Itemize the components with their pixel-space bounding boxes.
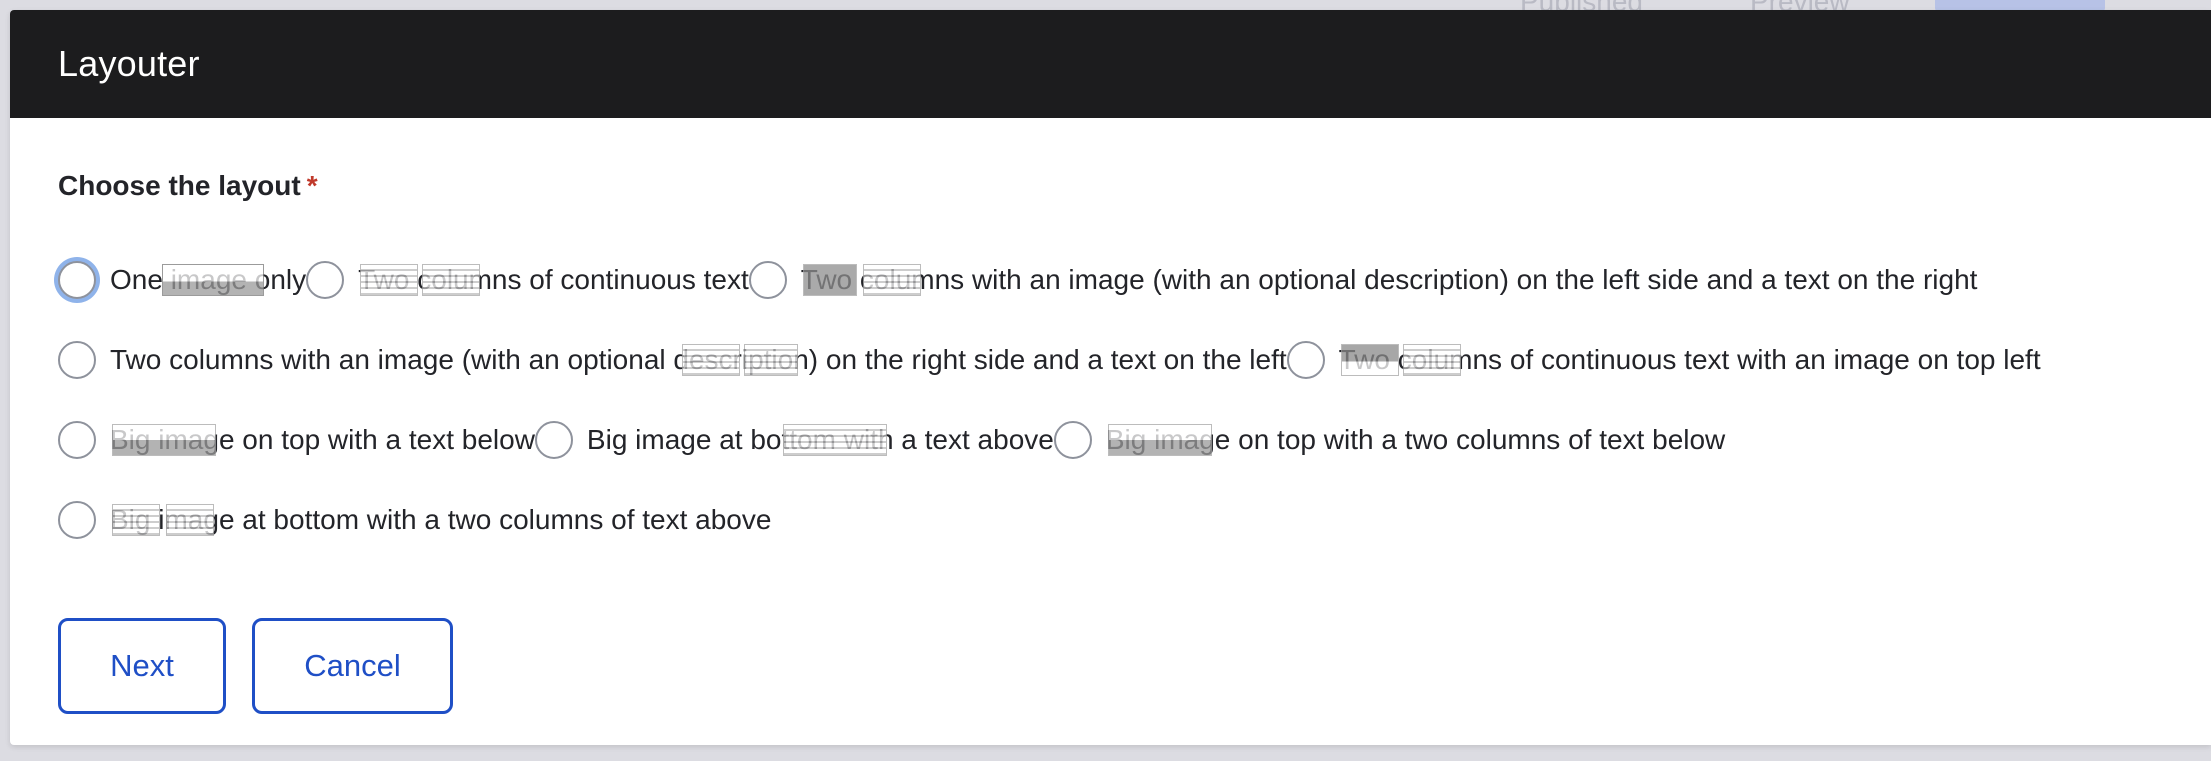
layout-option-label: Two columns with an image (with an optio… <box>110 344 1287 376</box>
radio-big-image-top-two-columns[interactable] <box>1053 421 1092 459</box>
layout-option-label: Two columns of continuous text with an i… <box>1338 344 2041 376</box>
cancel-button[interactable]: Cancel <box>252 618 453 714</box>
layout-option-big-image-top[interactable]: Big image on top with a text below <box>58 400 535 480</box>
radio-image-right[interactable] <box>58 341 96 379</box>
layout-option-label: Two columns with an image (with an optio… <box>800 264 1978 296</box>
dialog-content: Choose the layout * One image only Two c… <box>10 118 2211 560</box>
layout-option-big-image-top-two-columns[interactable]: Big image on top with a two columns of t… <box>1053 400 1726 480</box>
layout-option-one-image[interactable]: One image only <box>58 240 306 320</box>
layout-options: One image only Two columns of continuous… <box>58 240 2211 560</box>
dialog-titlebar: Layouter <box>10 10 2211 118</box>
layout-option-big-image-bottom[interactable]: Big image at bottom with a text above <box>534 400 1054 480</box>
layout-option-image-right[interactable]: Two columns with an image (with an optio… <box>58 320 1287 400</box>
radio-two-columns[interactable] <box>306 261 345 299</box>
layout-option-big-image-bottom-two-columns[interactable]: Big image at bottom with a two columns o… <box>58 480 771 560</box>
layout-option-label: Big image on top with a two columns of t… <box>1105 424 1726 456</box>
layout-option-label: Big image at bottom with a two columns o… <box>110 504 772 536</box>
radio-image-left[interactable] <box>748 261 787 299</box>
layout-option-label: Big image on top with a text below <box>110 424 535 456</box>
radio-big-image-top[interactable] <box>58 421 96 459</box>
layout-legend: Choose the layout * <box>58 166 2211 206</box>
layout-option-label: Big image at bottom with a text above <box>586 424 1054 456</box>
required-marker: * <box>306 170 318 201</box>
radio-big-image-bottom-two-columns[interactable] <box>58 501 96 539</box>
radio-big-image-bottom[interactable] <box>534 421 573 459</box>
dialog-actions: Next Cancel <box>58 618 453 714</box>
layout-option-label: Two columns of continuous text <box>358 264 749 296</box>
layout-legend-label: Choose the layout <box>58 170 301 201</box>
layout-option-two-columns-image-top-left[interactable]: Two columns of continuous text with an i… <box>1286 320 2041 400</box>
layout-option-label: One image only <box>110 264 307 296</box>
next-button[interactable]: Next <box>58 618 226 714</box>
layout-option-image-left[interactable]: Two columns with an image (with an optio… <box>748 240 1978 320</box>
dialog-title: Layouter <box>58 43 200 84</box>
radio-two-columns-image-top-left[interactable] <box>1286 341 1325 379</box>
radio-one-image[interactable] <box>58 261 96 299</box>
layouter-dialog: Layouter Choose the layout * One image o… <box>10 10 2211 745</box>
layout-option-two-columns[interactable]: Two columns of continuous text <box>306 240 749 320</box>
